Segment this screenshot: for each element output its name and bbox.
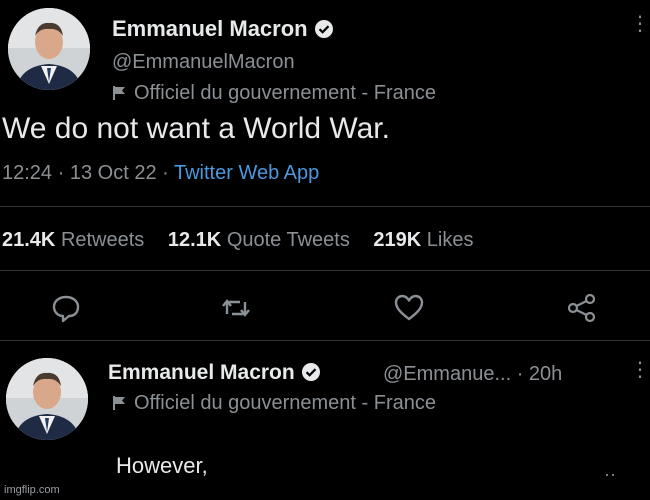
- reply-more-options-icon[interactable]: ⋮: [630, 360, 650, 380]
- likes-label[interactable]: Likes: [427, 229, 474, 251]
- author-name-text[interactable]: Emmanuel Macron: [112, 16, 308, 41]
- verified-badge-icon: [301, 362, 321, 388]
- meta-separator: ·: [57, 162, 70, 184]
- action-bar: [0, 290, 650, 326]
- reply-handle-row: @Emmanue... · 20h: [383, 363, 562, 386]
- tweet-text: We do not want a World War.: [2, 112, 390, 145]
- divider: [0, 206, 650, 207]
- government-label-text: Officiel du gouvernement - France: [134, 82, 437, 104]
- reply-tweet[interactable]: Emmanuel Macron @Emmanue... · 20h ⋮ Offi…: [0, 340, 650, 500]
- reply-government-label-text: Officiel du gouvernement - France: [134, 392, 437, 414]
- avatar-image: [8, 8, 90, 90]
- tweet-app-link[interactable]: Twitter Web App: [174, 162, 319, 184]
- flag-icon: [112, 394, 128, 417]
- verified-badge-icon: [314, 19, 334, 45]
- tweet-time[interactable]: 12:24: [2, 162, 52, 184]
- reply-icon[interactable]: [48, 290, 84, 326]
- reply-government-label: Officiel du gouvernement - France: [112, 392, 436, 417]
- author-name[interactable]: Emmanuel Macron: [112, 16, 334, 45]
- government-label: Officiel du gouvernement - France: [112, 82, 436, 107]
- likes-count[interactable]: 219K: [373, 229, 421, 251]
- reply-age[interactable]: 20h: [529, 363, 562, 385]
- reply-avatar[interactable]: [6, 358, 88, 440]
- ellipsis-icon: ··: [604, 464, 616, 484]
- main-tweet: Emmanuel Macron @EmmanuelMacron Officiel…: [0, 0, 650, 340]
- tweet-date[interactable]: 13 Oct 22: [70, 162, 157, 184]
- author-handle[interactable]: @EmmanuelMacron: [112, 51, 295, 74]
- like-icon[interactable]: [391, 290, 427, 326]
- flag-icon: [112, 84, 128, 107]
- reply-author-name-text[interactable]: Emmanuel Macron: [108, 361, 295, 384]
- retweet-icon[interactable]: [218, 290, 254, 326]
- more-options-icon[interactable]: ⋮: [630, 14, 650, 34]
- watermark: imgflip.com: [4, 484, 60, 496]
- reply-handle[interactable]: @Emmanue...: [383, 363, 511, 385]
- quotes-count[interactable]: 12.1K: [168, 229, 221, 251]
- avatar-image: [6, 358, 88, 440]
- avatar[interactable]: [8, 8, 90, 90]
- tweet-stats: 21.4K Retweets 12.1K Quote Tweets 219K L…: [2, 229, 492, 252]
- share-icon[interactable]: [564, 290, 600, 326]
- retweets-count[interactable]: 21.4K: [2, 229, 55, 251]
- tweet-meta: 12:24 · 13 Oct 22 · Twitter Web App: [2, 162, 319, 185]
- reply-author-name[interactable]: Emmanuel Macron: [108, 361, 321, 388]
- reply-text: However,: [116, 453, 208, 478]
- divider: [0, 270, 650, 271]
- meta-separator: ·: [516, 363, 529, 385]
- quotes-label[interactable]: Quote Tweets: [227, 229, 350, 251]
- retweets-label[interactable]: Retweets: [61, 229, 144, 251]
- meta-separator: ·: [162, 162, 174, 184]
